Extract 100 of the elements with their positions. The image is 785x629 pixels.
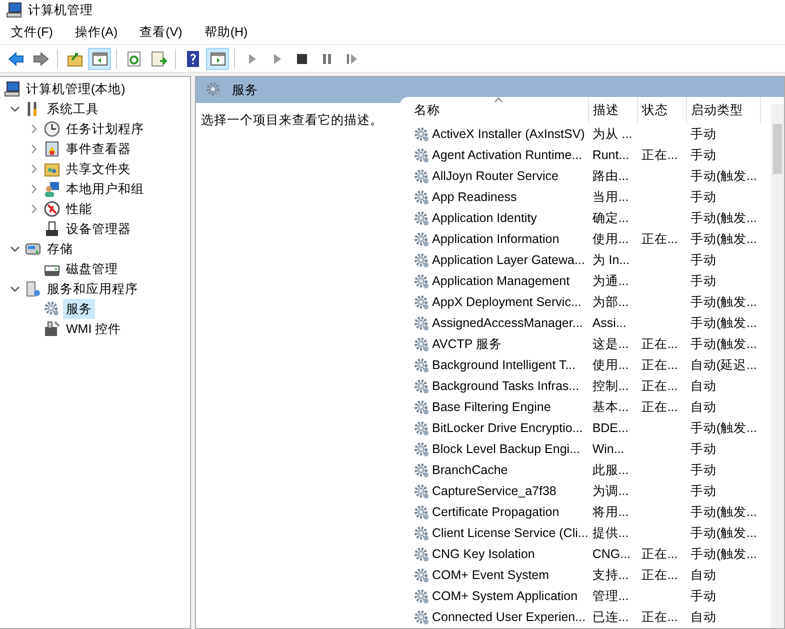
- tree-item[interactable]: 设备管理器: [63, 218, 134, 240]
- service-name[interactable]: Application Information: [432, 230, 560, 249]
- gauge-icon: [44, 201, 60, 217]
- gear-icon: [414, 400, 430, 416]
- menu-item[interactable]: 操作(A): [68, 20, 125, 44]
- service-name[interactable]: Block Level Backup Engi...: [432, 440, 580, 459]
- table-cell: 将用...: [592, 505, 629, 520]
- table-cell: BDE...: [592, 421, 628, 436]
- tree-item[interactable]: 本地用户和组: [63, 178, 147, 200]
- service-name[interactable]: App Readiness: [432, 188, 517, 207]
- table-cell: 为 In...: [592, 253, 630, 268]
- table-cell: 手动(触发...: [690, 526, 757, 540]
- service-name[interactable]: CaptureService_a7f38: [432, 482, 556, 501]
- tree-item[interactable]: 任务计划程序: [63, 118, 147, 140]
- table-cell: 手动: [690, 274, 716, 288]
- table-cell: Win...: [592, 442, 624, 456]
- gear-icon: [414, 484, 430, 500]
- chevron-icon[interactable]: [10, 284, 20, 294]
- service-name[interactable]: Application Management: [432, 272, 570, 291]
- gear-icon: [414, 568, 430, 584]
- column-header[interactable]: 描述: [588, 97, 638, 124]
- gear-icon: [414, 526, 430, 542]
- tree-item[interactable]: 系统工具: [44, 98, 102, 120]
- table-cell: 手动: [690, 484, 716, 498]
- service-name[interactable]: Client License Service (Cli...: [432, 524, 588, 543]
- table-cell: 正在...: [641, 232, 678, 246]
- service-name[interactable]: Background Tasks Infras...: [432, 377, 580, 396]
- event-log-icon: [44, 141, 60, 157]
- table-cell: 手动: [690, 127, 716, 142]
- table-cell: 正在...: [641, 400, 678, 414]
- gear-icon: [414, 210, 430, 226]
- description-text: 选择一个项目来查看它的描述。: [201, 112, 383, 129]
- table-cell: 路由...: [592, 169, 629, 184]
- table-cell: 为通...: [592, 274, 629, 288]
- panel-title: 服务: [232, 82, 258, 99]
- pane-button[interactable]: [206, 48, 229, 70]
- table-cell: 正在...: [641, 337, 678, 352]
- gear-icon: [414, 462, 430, 478]
- tree-item[interactable]: 共享文件夹: [63, 158, 134, 180]
- scrollbar-thumb[interactable]: [773, 124, 782, 174]
- column-header[interactable]: 启动类型: [686, 97, 760, 124]
- column-header[interactable]: 状态: [637, 97, 686, 124]
- scrollbar[interactable]: [771, 104, 784, 628]
- gear-icon: [414, 148, 430, 164]
- back-icon: [8, 50, 24, 66]
- service-name[interactable]: Application Layer Gatewa...: [432, 251, 585, 270]
- column-header[interactable]: 名称: [410, 97, 588, 124]
- service-name[interactable]: CNG Key Isolation: [432, 545, 535, 564]
- gear-icon: [414, 232, 430, 248]
- menu-item[interactable]: 查看(V): [132, 20, 190, 44]
- table-cell: 手动: [690, 190, 716, 204]
- table-cell: 手动(触发...: [690, 421, 757, 436]
- service-name[interactable]: Background Intelligent T...: [432, 356, 576, 375]
- table-cell: 手动: [690, 463, 716, 478]
- service-name[interactable]: AssignedAccessManager...: [432, 314, 583, 333]
- tree-item[interactable]: WMI 控件: [63, 318, 124, 340]
- chevron-icon[interactable]: [10, 244, 20, 254]
- table-cell: 手动: [690, 253, 716, 268]
- service-name[interactable]: Connected User Experien...: [432, 608, 586, 627]
- service-name[interactable]: Certificate Propagation: [432, 503, 560, 522]
- tree-item[interactable]: 服务和应用程序: [44, 278, 141, 300]
- service-name[interactable]: AppX Deployment Servic...: [432, 293, 582, 312]
- tree-item[interactable]: 存储: [44, 238, 76, 260]
- tree-item[interactable]: 事件查看器: [63, 138, 134, 160]
- service-name[interactable]: AVCTP 服务: [432, 335, 502, 354]
- table-cell: 手动(触发...: [690, 337, 757, 352]
- service-name[interactable]: Agent Activation Runtime...: [432, 146, 582, 165]
- clock-icon: [44, 121, 60, 137]
- service-name[interactable]: ActiveX Installer (AxInstSV): [432, 125, 585, 144]
- device-icon: [44, 221, 60, 237]
- service-name[interactable]: BranchCache: [432, 461, 508, 480]
- table-cell: 手动(触发...: [690, 505, 757, 520]
- table-cell: 正在...: [641, 568, 678, 582]
- table-cell: 手动(触发...: [690, 295, 757, 310]
- tree-item[interactable]: 磁盘管理: [63, 258, 121, 280]
- menu-item[interactable]: 文件(F): [4, 20, 60, 44]
- table-cell: 控制...: [592, 379, 629, 394]
- chevron-icon[interactable]: [10, 104, 20, 114]
- refresh-icon: [126, 50, 142, 66]
- table-cell: 已连...: [592, 610, 629, 624]
- pane-button[interactable]: [88, 48, 111, 70]
- service-name[interactable]: COM+ Event System: [432, 566, 550, 585]
- service-name[interactable]: COM+ System Application: [432, 587, 578, 606]
- gear-icon: [44, 301, 60, 317]
- service-name[interactable]: Base Filtering Engine: [432, 398, 551, 417]
- table-cell: 手动(触发...: [690, 316, 757, 330]
- gear-icon: [414, 168, 430, 184]
- table-cell: 为从 ...: [592, 127, 632, 142]
- tree-item[interactable]: 计算机管理(本地): [23, 78, 128, 100]
- forward-icon: [32, 50, 48, 66]
- service-name[interactable]: BitLocker Drive Encryptio...: [432, 419, 583, 438]
- table-cell: 自动: [690, 568, 716, 582]
- tree-item[interactable]: 服务: [63, 298, 95, 320]
- table-cell: 自动: [690, 400, 716, 414]
- table-cell: 当用...: [592, 190, 629, 204]
- gear-icon: [414, 252, 430, 268]
- service-name[interactable]: Application Identity: [432, 209, 537, 228]
- tree-item[interactable]: 性能: [63, 198, 95, 220]
- menu-item[interactable]: 帮助(H): [197, 20, 255, 44]
- service-name[interactable]: AllJoyn Router Service: [432, 167, 558, 186]
